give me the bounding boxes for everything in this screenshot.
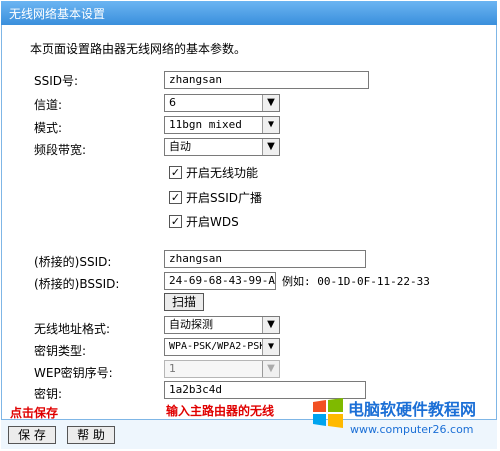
bridge-ssid-label: (桥接的)SSID: [34,255,112,269]
bandwidth-label: 频段带宽: [34,143,87,157]
wep-index-value: 1 [169,362,176,375]
panel-title: 无线网络基本设置 [1,1,497,25]
enable-wireless-label: 开启无线功能 [186,166,259,180]
scan-button[interactable]: 扫描 [164,293,204,311]
chevron-down-icon: ▼ [262,317,279,333]
wep-index-select[interactable]: 1 ▼ [164,360,280,378]
mode-value: 11bgn mixed [169,118,242,131]
chevron-down-icon: ▼ [262,117,279,133]
checkbox-check-icon: ✓ [169,166,182,179]
key-type-value: WPA-PSK/WPA2-PSK [169,341,266,352]
enable-wds-checkbox[interactable]: ✓ 开启WDS [169,213,239,230]
address-format-label: 无线地址格式: [34,322,111,336]
chevron-down-icon: ▼ [262,95,279,111]
chevron-down-icon: ▼ [262,361,279,377]
channel-select[interactable]: 6 ▼ [164,94,280,112]
checkbox-check-icon: ✓ [169,215,182,228]
enable-ssid-broadcast-checkbox[interactable]: ✓ 开启SSID广播 [169,189,262,206]
address-format-value: 自动探测 [169,318,213,331]
bssid-example-hint: 例如: 00-1D-0F-11-22-33 [282,275,430,288]
chevron-down-icon: ▼ [262,339,279,355]
key-label: 密钥: [34,387,63,401]
checkbox-check-icon: ✓ [169,191,182,204]
channel-value: 6 [169,96,176,109]
channel-label: 信道: [34,98,63,112]
mode-label: 模式: [34,121,63,135]
watermark-title: 电脑软硬件教程网 [348,400,477,419]
ssid-input[interactable]: zhangsan [164,71,369,89]
enable-wds-label: 开启WDS [186,215,239,229]
mode-select[interactable]: 11bgn mixed ▼ [164,116,280,134]
bridge-ssid-input[interactable]: zhangsan [164,250,366,268]
save-button[interactable]: 保 存 [8,426,56,444]
input-hint-annotation: 输入主路由器的无线 [166,404,275,418]
key-type-label: 密钥类型: [34,344,87,358]
bandwidth-select[interactable]: 自动 ▼ [164,138,280,156]
help-button[interactable]: 帮 助 [67,426,115,444]
bandwidth-value: 自动 [169,140,191,153]
wep-index-label: WEP密钥序号: [34,366,113,380]
key-type-select[interactable]: WPA-PSK/WPA2-PSK ▼ [164,338,280,356]
enable-ssid-broadcast-label: 开启SSID广播 [186,191,263,205]
ssid-label: SSID号: [34,74,79,88]
chevron-down-icon: ▼ [262,139,279,155]
enable-wireless-checkbox[interactable]: ✓ 开启无线功能 [169,164,258,181]
bridge-bssid-input[interactable]: 24-69-68-43-99-A4 [164,272,276,290]
bridge-bssid-label: (桥接的)BSSID: [34,277,120,291]
intro-text: 本页面设置路由器无线网络的基本参数。 [30,42,247,56]
address-format-select[interactable]: 自动探测 ▼ [164,316,280,334]
watermark-url: www.computer26.com [350,423,474,436]
windows-logo-icon [313,398,343,428]
